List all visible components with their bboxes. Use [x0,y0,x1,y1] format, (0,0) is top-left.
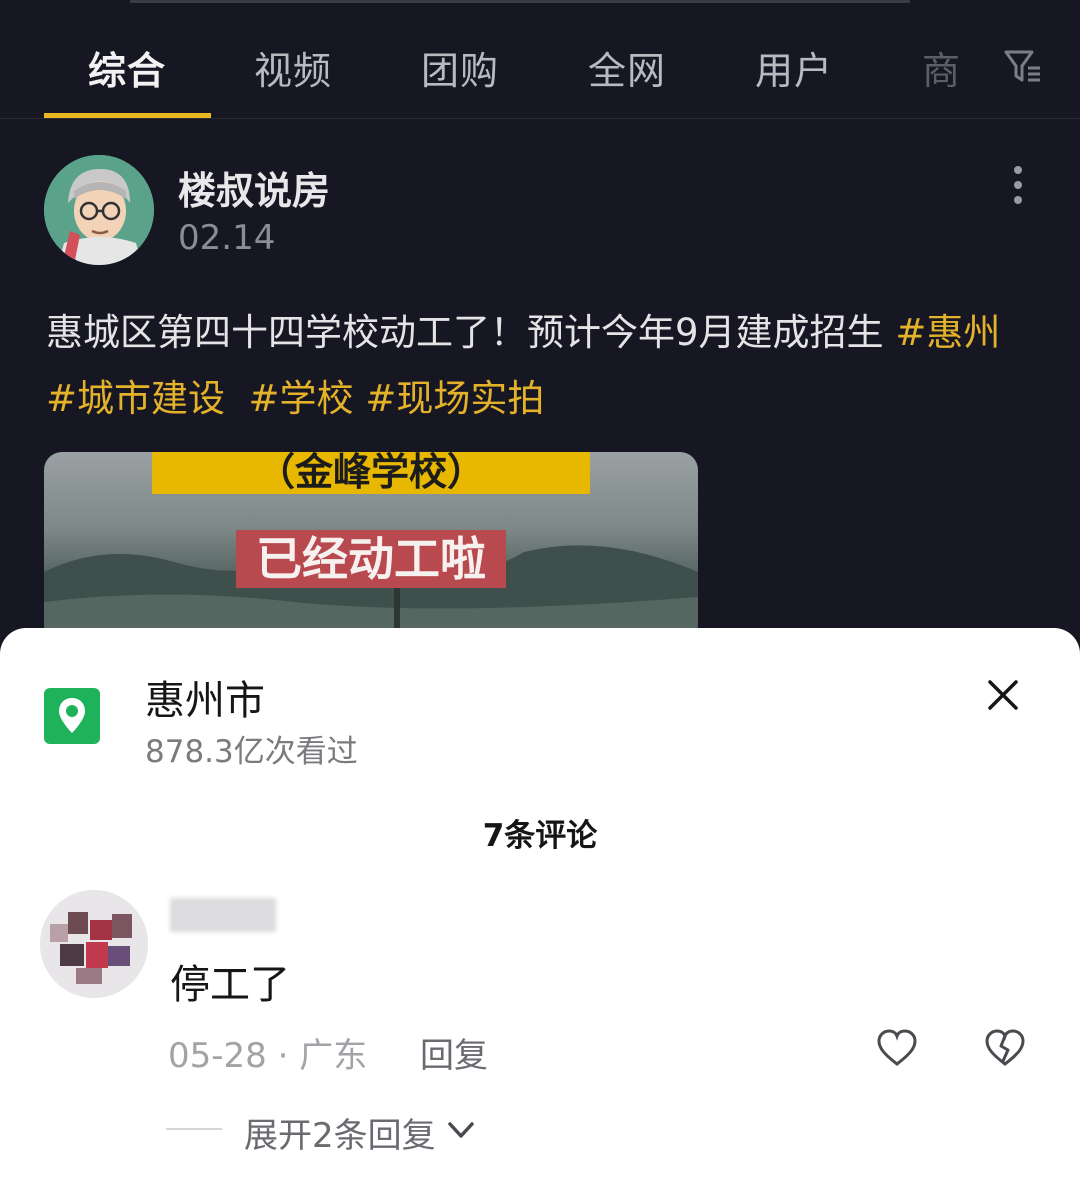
comment-meta: 05-28 · 广东 [168,1028,367,1077]
location-views: 878.3亿次看过 [145,734,358,770]
tab-all[interactable]: 综合 [88,40,166,95]
top-edge [130,0,910,3]
commenter-avatar[interactable] [40,890,148,998]
comment-region: 广东 [299,1036,368,1076]
comment-count: 7条评论 [482,818,598,854]
search-tabs: 综合 视频 团购 全网 用户 商 [0,28,1080,119]
author-avatar[interactable] [44,155,154,265]
filter-icon[interactable] [1000,44,1044,88]
expand-divider [166,1128,222,1130]
more-options-icon[interactable] [1006,166,1030,206]
close-icon[interactable] [982,674,1024,716]
tab-group-buy[interactable]: 团购 [421,40,499,95]
hashtag-school[interactable]: #学校 [249,377,354,420]
meta-separator: · [266,1036,300,1076]
commenter-name-blurred[interactable] [170,898,276,932]
broken-heart-icon[interactable] [984,1028,1026,1068]
tab-video[interactable]: 视频 [254,40,332,95]
tab-users[interactable]: 用户 [755,40,833,95]
thumbnail-caption-school: （金峰学校） [152,452,590,494]
hashtag-city-construction[interactable]: #城市建设 [46,377,225,420]
location-pin-icon [44,688,100,744]
post-text: 惠城区第四十四学校动工了！预计今年9月建成招生 [46,311,896,354]
post-description: 惠城区第四十四学校动工了！预计今年9月建成招生 #惠州 #城市建设 #学校 #现… [46,300,1036,432]
hashtag-on-site[interactable]: #现场实拍 [365,377,544,420]
hashtag-huizhou[interactable]: #惠州 [895,311,1000,354]
video-thumbnail[interactable]: （金峰学校） 已经动工啦 [44,452,698,642]
tabs-divider [0,118,1080,119]
heart-icon[interactable] [876,1028,918,1068]
tab-web[interactable]: 全网 [588,40,666,95]
author-name[interactable]: 楼叔说房 [178,160,330,215]
chevron-down-icon[interactable] [446,1116,476,1144]
thumbnail-caption-started: 已经动工啦 [236,530,506,588]
comment-text: 停工了 [170,962,290,1008]
comment-sheet: 惠州市 878.3亿次看过 7条评论 停工了 05-28 · 广东 回复 展开2… [0,628,1080,1197]
post-date: 02.14 [178,218,276,258]
location-title[interactable]: 惠州市 [145,668,265,726]
comment-date: 05-28 [168,1036,267,1076]
reply-button[interactable]: 回复 [420,1028,488,1077]
expand-replies-button[interactable]: 展开2条回复 [244,1108,436,1157]
tab-goods[interactable]: 商 [922,40,961,95]
